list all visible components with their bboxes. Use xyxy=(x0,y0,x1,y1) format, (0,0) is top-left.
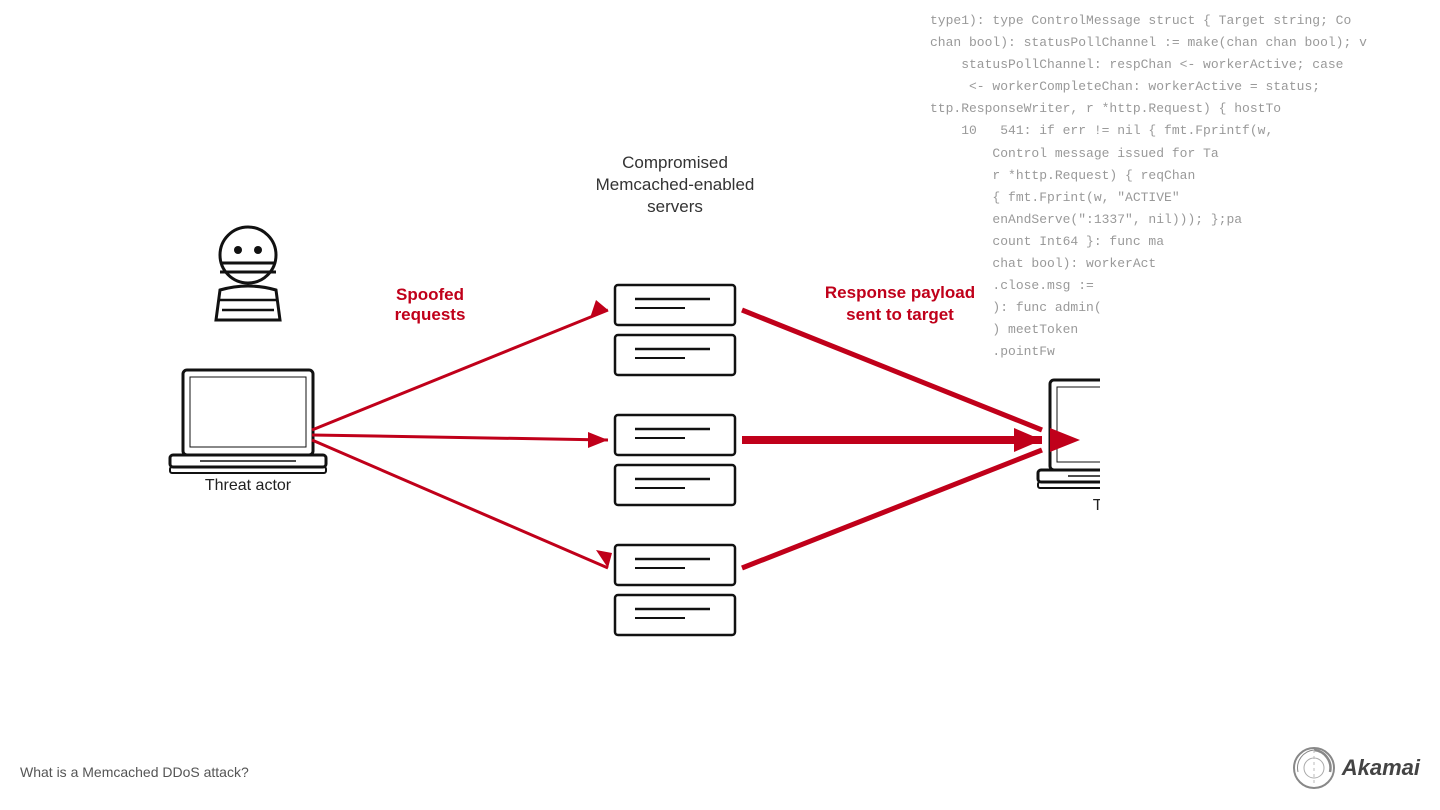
bottom-caption: What is a Memcached DDoS attack? xyxy=(20,764,249,780)
servers-label-line1: Compromised xyxy=(622,153,728,172)
spoofed-label-line2: requests xyxy=(395,305,466,324)
code-background: type1): type ControlMessage struct { Tar… xyxy=(920,0,1440,810)
servers-label-line3: servers xyxy=(647,197,703,216)
servers-label-line2: Memcached-enabled xyxy=(596,175,755,194)
akamai-logo-icon xyxy=(1292,746,1336,790)
akamai-logo-text: Akamai xyxy=(1342,755,1420,781)
target-label: Target xyxy=(1093,497,1100,514)
response-label-line2: sent to target xyxy=(846,305,954,324)
akamai-logo: Akamai xyxy=(1292,746,1420,790)
spoofed-label-line1: Spoofed xyxy=(396,285,464,304)
response-label-line1: Response payload xyxy=(825,283,975,302)
threat-actor-label: Threat actor xyxy=(205,477,292,494)
